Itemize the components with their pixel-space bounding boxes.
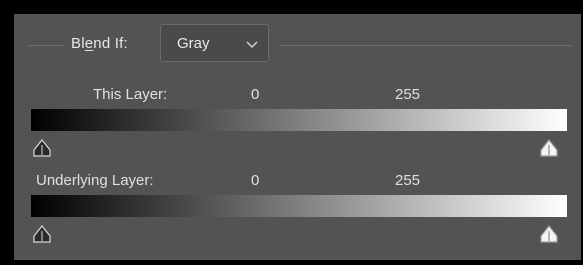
this-layer-black-slider-handle[interactable]: [32, 139, 52, 157]
group-divider-right: [280, 45, 572, 46]
blend-if-channel-value: Gray: [177, 35, 210, 52]
underlying-layer-max-value: 255: [395, 172, 421, 189]
group-divider-left: [28, 45, 64, 46]
underlying-layer-min-value: 0: [251, 172, 260, 189]
blend-if-label: Blend If:: [71, 35, 128, 52]
chevron-down-icon: [246, 41, 258, 49]
blend-if-channel-dropdown[interactable]: Gray: [160, 24, 269, 62]
underlying-layer-gradient-bar[interactable]: [31, 195, 567, 217]
underlying-layer-black-slider-handle[interactable]: [32, 225, 52, 243]
blend-if-panel: Blend If: Gray This Layer: 0 255 Underly…: [14, 14, 581, 260]
underlying-layer-white-slider-handle[interactable]: [539, 225, 559, 243]
this-layer-gradient-bar[interactable]: [31, 109, 567, 131]
this-layer-label: This Layer:: [93, 86, 168, 103]
underlying-layer-label: Underlying Layer:: [36, 172, 154, 189]
this-layer-min-value: 0: [251, 86, 260, 103]
this-layer-white-slider-handle[interactable]: [539, 139, 559, 157]
this-layer-max-value: 255: [395, 86, 421, 103]
